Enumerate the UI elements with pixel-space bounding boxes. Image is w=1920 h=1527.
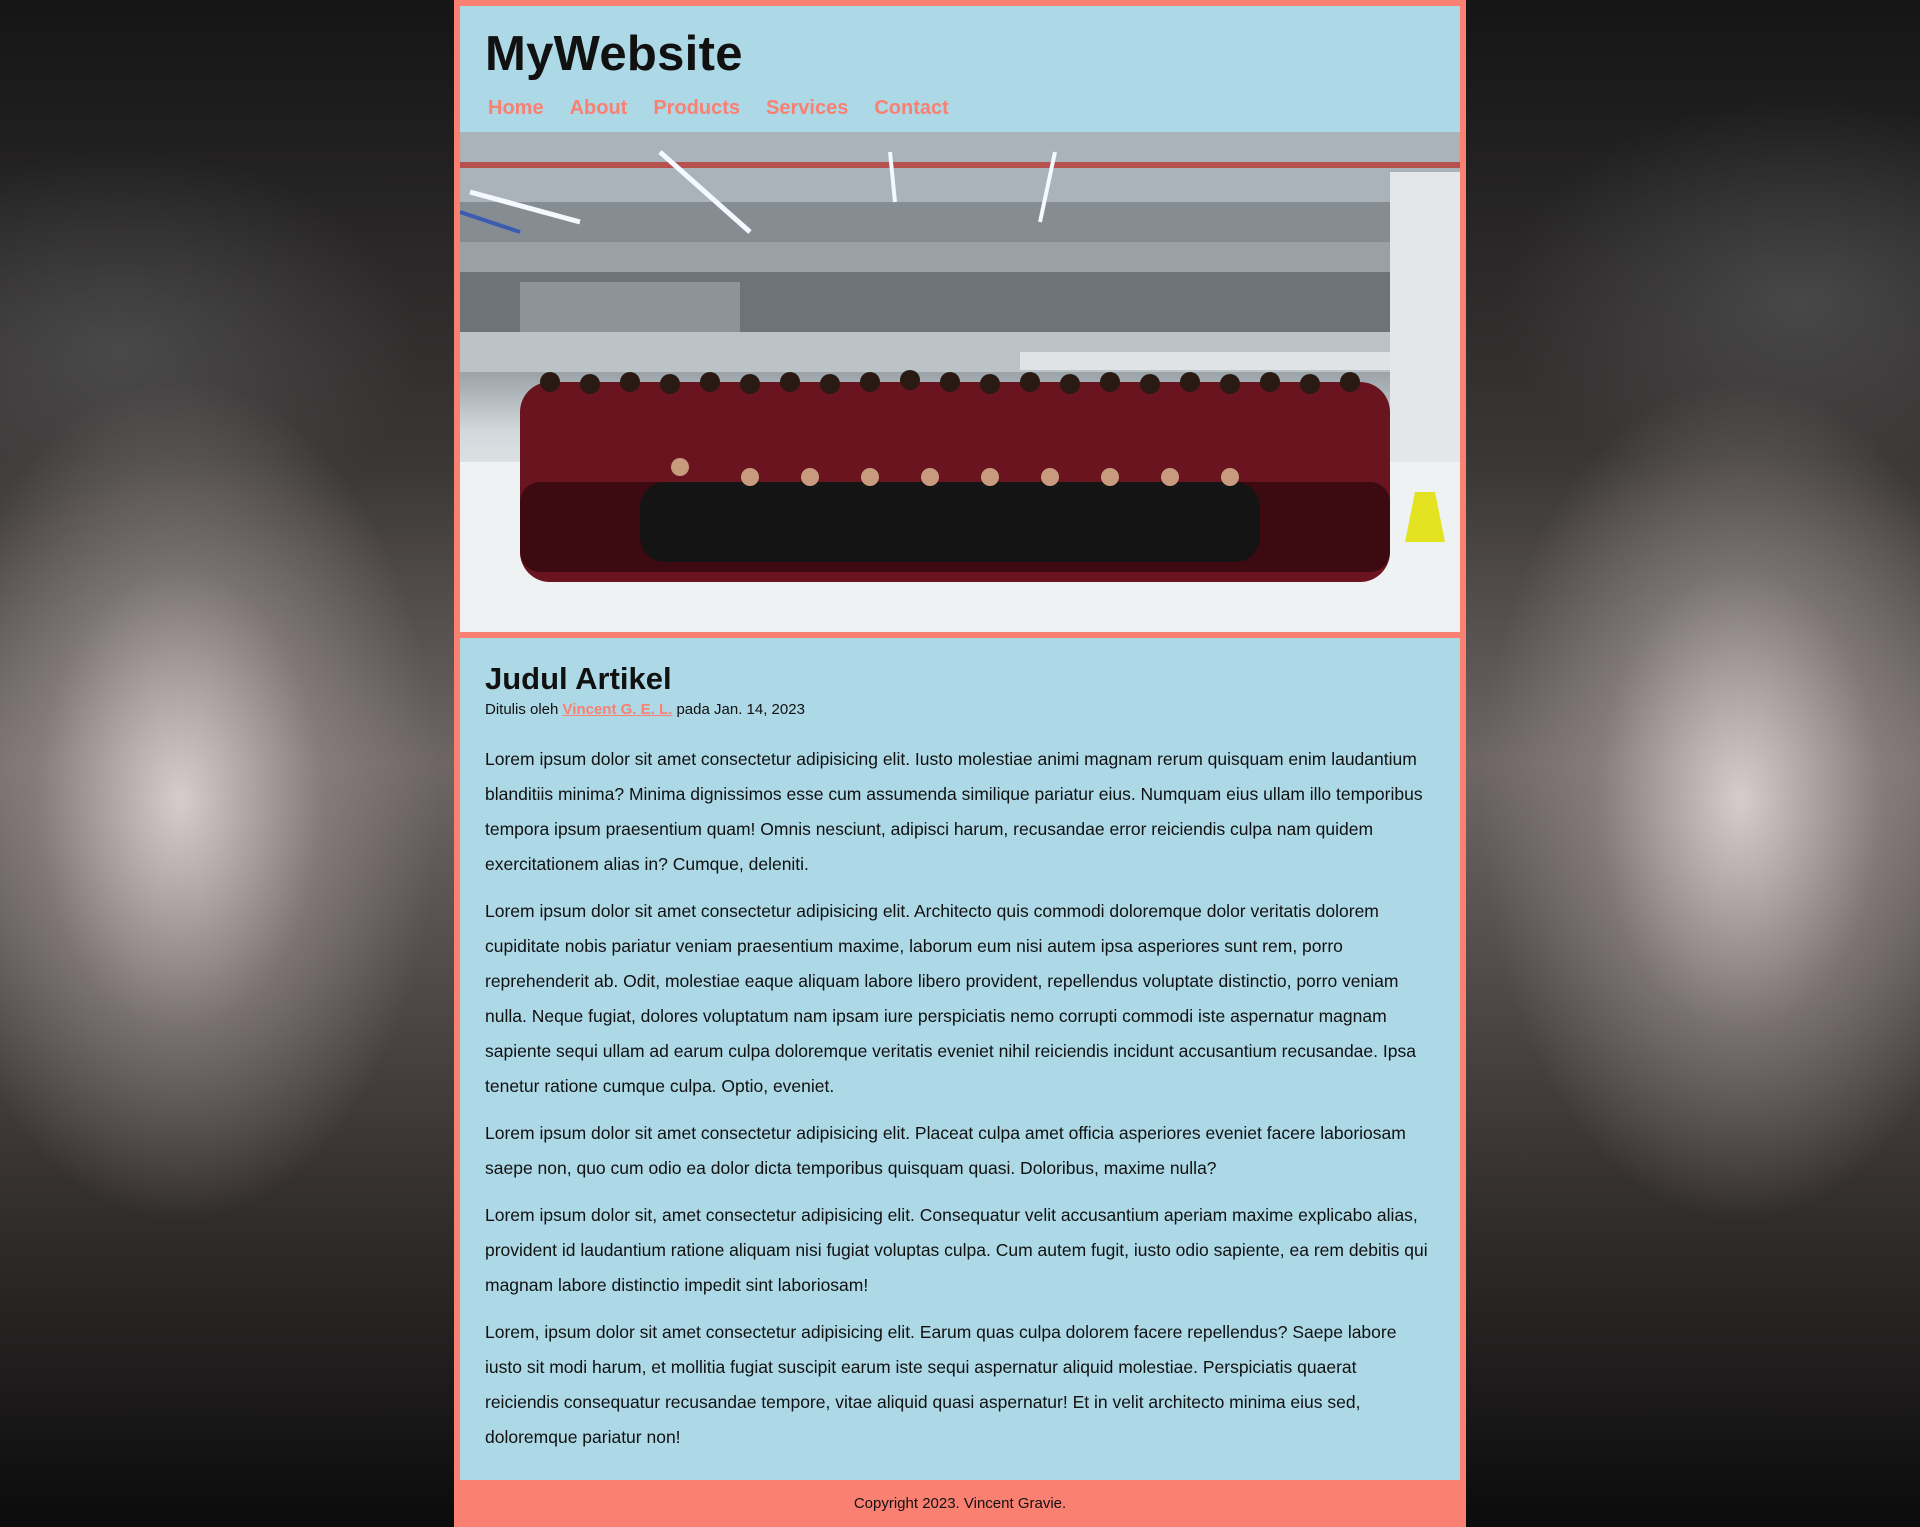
site-footer: Copyright 2023. Vincent Gravie. xyxy=(460,1480,1460,1527)
site-header: MyWebsite Home About Products Services C… xyxy=(460,6,1460,132)
article-paragraph: Lorem ipsum dolor sit amet consectetur a… xyxy=(485,1123,1406,1178)
article-paragraph: Lorem ipsum dolor sit, amet consectetur … xyxy=(485,1205,1428,1295)
group-photo-image xyxy=(460,132,1460,632)
article-paragraph: Lorem, ipsum dolor sit amet consectetur … xyxy=(485,1322,1397,1447)
nav-about-link[interactable]: About xyxy=(570,97,628,120)
article-paragraph: Lorem ipsum dolor sit amet consectetur a… xyxy=(485,901,1416,1096)
nav-products-link[interactable]: Products xyxy=(653,97,740,120)
byline-date: pada Jan. 14, 2023 xyxy=(676,701,805,718)
article-byline: Ditulis oleh Vincent G. E. L. pada Jan. … xyxy=(485,700,1435,720)
nav-contact-link[interactable]: Contact xyxy=(874,97,948,120)
article: Judul Artikel Ditulis oleh Vincent G. E.… xyxy=(460,638,1460,1480)
author-link[interactable]: Vincent G. E. L. xyxy=(563,701,673,718)
main-nav: Home About Products Services Contact xyxy=(485,97,1460,120)
byline-prefix: Ditulis oleh xyxy=(485,701,559,718)
nav-services-link[interactable]: Services xyxy=(766,97,848,120)
article-paragraph: Lorem ipsum dolor sit amet consectetur a… xyxy=(485,749,1423,874)
article-title: Judul Artikel xyxy=(485,661,672,696)
copyright-text: Copyright 2023. Vincent Gravie. xyxy=(853,1495,1067,1512)
page-container: MyWebsite Home About Products Services C… xyxy=(454,0,1466,1527)
site-title: MyWebsite xyxy=(485,27,743,81)
nav-home-link[interactable]: Home xyxy=(488,97,544,120)
hero-image xyxy=(460,132,1460,632)
